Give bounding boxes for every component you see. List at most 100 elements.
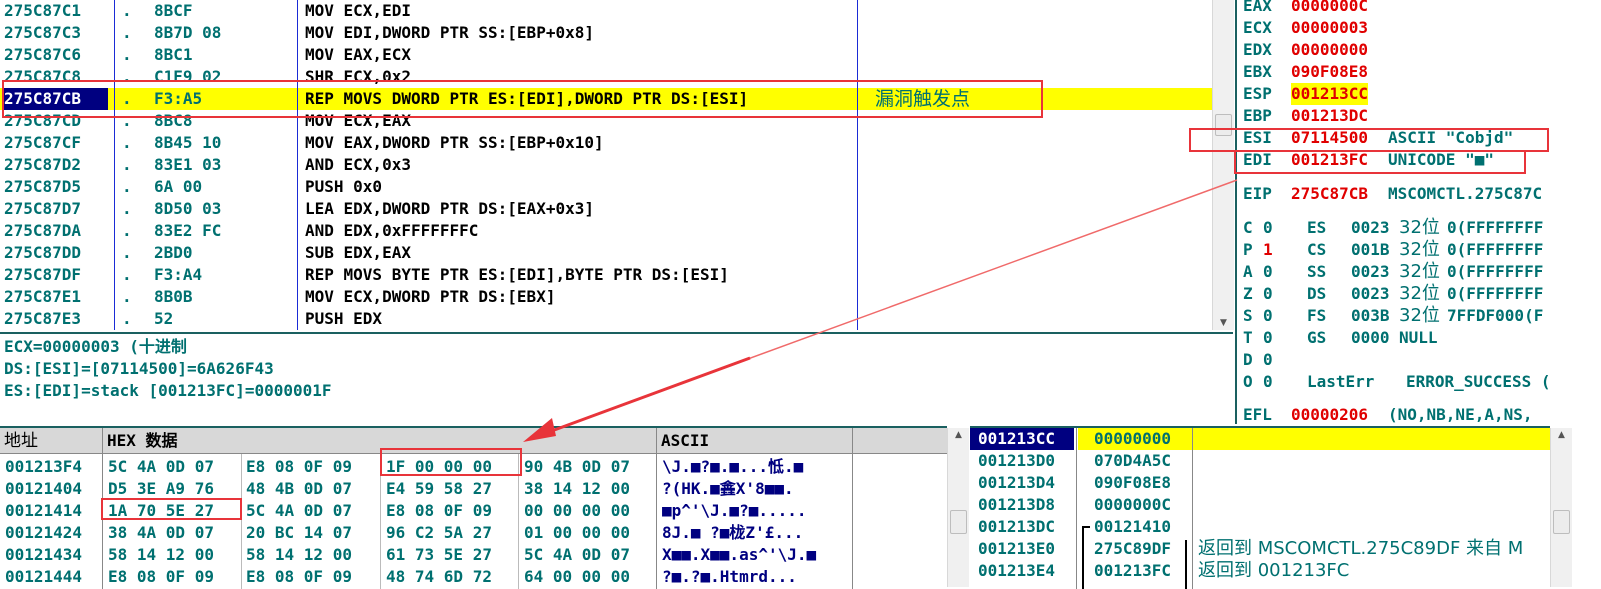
disasm-row[interactable]: 275C87D7. 8D50 03 LEA EDX,DWORD PTR DS:[EA… [0,198,1212,220]
disasm-row[interactable]: 275C87CB. F3:A5 REP MOVS DWORD PTR ES:[EDI… [0,88,1212,110]
stack-pane[interactable]: 001213CC 00000000 001213D0 070D4A5C 001213D4… [970,426,1550,589]
flag-row-p[interactable]: P 1 CS 001B 32位 0(FFFFFFFF [1243,239,1601,261]
register-name: EAX [1243,0,1272,15]
register-row-edi[interactable]: EDI 001213FC UNICODE "■" [1243,149,1601,171]
flag-row-s[interactable]: S 0 FS 003B 32位 7FFDF000(F [1243,305,1601,327]
disasm-row[interactable]: 275C87C1. 8BCF MOV ECX,EDI [0,0,1212,22]
stack-address: 001213D4 [978,473,1056,492]
dump-row[interactable]: 00121414 1A 70 5E 27 5C 4A 0D 07 E8 08 0F 0… [0,500,947,522]
dump-hex-group: 1A 70 5E 27 [108,501,214,520]
segment-bits: 32位 [1399,239,1440,260]
dump-hex-group: E8 08 0F 09 [386,501,492,520]
disasm-hex-bytes: 8B7D 08 [154,23,222,42]
flag-row-t[interactable]: T 0 GS 0000 NULL [1243,327,1601,349]
disasm-hex-bytes: C1E9 02 [154,67,222,86]
dump-header-address[interactable]: 地址 [0,428,103,454]
disasm-address: 275C87E3 [4,309,82,328]
disasm-row[interactable]: 275C87D2. 83E1 03 AND ECX,0x3 [0,154,1212,176]
register-row-ecx[interactable]: ECX 00000003 [1243,17,1601,39]
disasm-marker: . [122,67,132,86]
scroll-up-arrow-icon[interactable]: ▲ [948,428,969,442]
disasm-marker: . [122,287,132,306]
disassembly-pane[interactable]: 275C87C1. 8BCF MOV ECX,EDI 275C87C3. 8B7D 08… [0,0,1212,330]
segment-base: ERROR_SUCCESS ( [1406,372,1551,391]
disasm-col-divider-2 [297,0,298,330]
stack-row[interactable]: 001213E0 275C89DF 返回到 MSCOMCTL.275C89DF 来自… [970,538,1550,560]
register-row-eip[interactable]: EIP 275C87CB MSCOMCTL.275C87C [1243,183,1601,205]
dump-row[interactable]: 00121424 38 4A 0D 07 20 BC 14 07 96 C2 5A 2… [0,522,947,544]
disasm-hex-bytes: F3:A5 [154,89,203,108]
register-name: EBP [1243,106,1272,125]
stack-row[interactable]: 001213D4 090F08E8 [970,472,1550,494]
dump-scrollbar[interactable]: ▲ [947,428,969,587]
segment-bits: 32位 [1399,261,1440,282]
disasm-instruction: MOV ECX,EAX [305,111,411,130]
segment-name: LastErr [1307,372,1375,391]
disasm-marker: . [122,309,132,328]
disasm-row[interactable]: 275C87C8. C1E9 02 SHR ECX,0x2 [0,66,1212,88]
disasm-marker: . [122,111,132,130]
disasm-row[interactable]: 275C87D5. 6A 00 PUSH 0x0 [0,176,1212,198]
dump-header-hex[interactable]: HEX 数据 [103,428,657,454]
flag-row-d[interactable]: D0 [1243,349,1601,371]
register-row-esp[interactable]: ESP 001213CC [1243,83,1601,105]
stack-row[interactable]: 001213D0 070D4A5C [970,450,1550,472]
stack-row[interactable]: 001213CC 00000000 [970,428,1550,450]
memory-dump-pane[interactable]: 地址 HEX 数据 ASCII 001213F4 5C 4A 0D 07 E8 08… [0,426,947,589]
dump-row[interactable]: 00121404 D5 3E A9 76 48 4B 0D 07 E4 59 58 2… [0,478,947,500]
disasm-row[interactable]: 275C87CF. 8B45 10 MOV EAX,DWORD PTR SS:[EB… [0,132,1212,154]
stack-scroll-thumb[interactable] [1553,510,1570,534]
stack-comment: 返回到 MSCOMCTL.275C89DF 来自 M [1198,538,1524,559]
disasm-row[interactable]: 275C87DA. 83E2 FC AND EDX,0xFFFFFFFC [0,220,1212,242]
dump-hex-group: 20 BC 14 07 [246,523,352,542]
flag-row-z[interactable]: Z 0 DS 0023 32位 0(FFFFFFFF [1243,283,1601,305]
stack-scrollbar[interactable]: ▲ [1550,428,1572,587]
register-row-ebx[interactable]: EBX 090F08E8 [1243,61,1601,83]
disasm-row[interactable]: 275C87C3. 8B7D 08 MOV EDI,DWORD PTR SS:[EB… [0,22,1212,44]
registers-pane[interactable]: EAX 0000000C ECX 00000003 EDX 00000000 EBX 090F… [1235,0,1601,424]
disasm-row[interactable]: 275C87CD. 8BC8 MOV ECX,EAX [0,110,1212,132]
dump-row[interactable]: 001213F4 5C 4A 0D 07 E8 08 0F 09 1F 00 00 0… [0,456,947,478]
stack-row[interactable]: 001213DC 00121410 [970,516,1550,538]
dump-scroll-thumb[interactable] [950,510,967,534]
register-name: EDX [1243,40,1272,59]
scroll-up-arrow-icon[interactable]: ▲ [1551,428,1572,442]
disasm-hex-bytes: 83E2 FC [154,221,222,240]
register-row-eax[interactable]: EAX 0000000C [1243,0,1601,17]
info-line-2: DS:[ESI]=[07114500]=6A626F43 [4,359,274,378]
dump-address: 001213F4 [5,457,83,476]
disasm-hex-bytes: 8D50 03 [154,199,222,218]
flag-name: D [1243,350,1253,369]
flag-row-a[interactable]: A 0 SS 0023 32位 0(FFFFFFFF [1243,261,1601,283]
register-value: 001213CC [1291,83,1369,105]
dump-header-ascii[interactable]: ASCII [657,428,853,454]
disasm-instruction: MOV EAX,ECX [305,45,411,64]
disasm-row[interactable]: 275C87C6. 8BC1 MOV EAX,ECX [0,44,1212,66]
dump-row[interactable]: 00121444 E8 08 0F 09 E8 08 0F 09 48 74 6D 7… [0,566,947,588]
scroll-down-arrow-icon[interactable]: ▼ [1213,316,1234,330]
register-row-esi[interactable]: ESI 07114500 ASCII "Cobjd" [1243,127,1601,149]
disasm-marker: . [122,45,132,64]
segment-value: 0000 [1351,328,1390,347]
dump-header-address-label: 地址 [4,431,38,451]
disasm-row[interactable]: 275C87DF. F3:A4 REP MOVS BYTE PTR ES:[EDI]… [0,264,1212,286]
register-row-efl[interactable]: EFL 00000206 (NO,NB,NE,A,NS, [1243,404,1601,424]
disasm-row[interactable]: 275C87E3. 52 PUSH EDX [0,308,1212,330]
disasm-instruction: MOV ECX,DWORD PTR DS:[EBX] [305,287,556,306]
disasm-row[interactable]: 275C87DD. 2BD0 SUB EDX,EAX [0,242,1212,264]
dump-hex-group: E4 59 58 27 [386,479,492,498]
disasm-instruction: MOV ECX,EDI [305,1,411,20]
disassembly-scrollbar[interactable]: ▼ [1212,0,1234,330]
register-value: 001213FC [1291,150,1369,169]
info-line-1: ECX=00000003 (十进制 [4,337,187,356]
disasm-row[interactable]: 275C87E1. 8B0B MOV ECX,DWORD PTR DS:[EBX] [0,286,1212,308]
segment-name: FS [1307,306,1327,325]
stack-row[interactable]: 001213E4 001213FC 返回到 001213FC [970,560,1550,582]
flag-row-o[interactable]: O 0 LastErr ERROR_SUCCESS ( [1243,371,1601,393]
disassembly-scroll-thumb[interactable] [1215,114,1232,136]
register-row-edx[interactable]: EDX 00000000 [1243,39,1601,61]
dump-row[interactable]: 00121434 58 14 12 00 58 14 12 00 61 73 5E 2… [0,544,947,566]
stack-row[interactable]: 001213D8 0000000C [970,494,1550,516]
register-row-ebp[interactable]: EBP 001213DC [1243,105,1601,127]
flag-row-c[interactable]: C 0 ES 0023 32位 0(FFFFFFFF [1243,217,1601,239]
